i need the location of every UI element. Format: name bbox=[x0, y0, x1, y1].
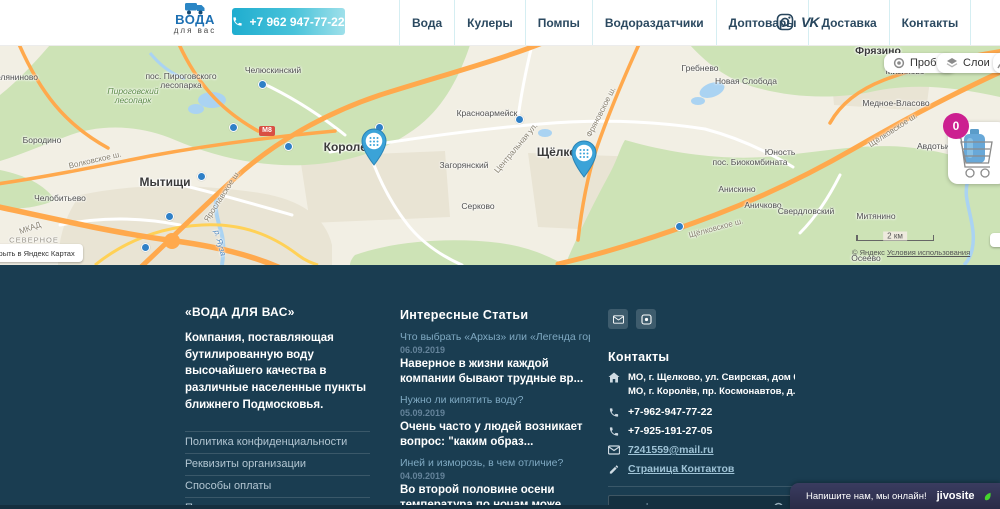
footer-about-text: Компания, поставляющая бутилированную во… bbox=[185, 330, 370, 413]
phone-icon bbox=[232, 16, 243, 27]
home-icon bbox=[608, 372, 620, 383]
open-in-yandex-maps-button[interactable]: Открыть в Яндекс Картах bbox=[0, 244, 83, 262]
footer-about-column: «ВОДА ДЛЯ ВАС» Компания, поставляющая бу… bbox=[185, 265, 370, 509]
article-item: Иней и изморозь, в чем отличие? 04.09.20… bbox=[400, 457, 590, 509]
traffic-icon bbox=[893, 57, 905, 69]
article-excerpt: Очень часто у людей возникает вопрос: "к… bbox=[400, 420, 590, 450]
phone-button[interactable]: +7 962 947-77-22 bbox=[232, 8, 345, 35]
highway-shield: М8 bbox=[259, 126, 275, 136]
phone-icon bbox=[608, 407, 620, 418]
vk-small-icon bbox=[641, 314, 652, 325]
layers-button-label: Слои bbox=[963, 57, 990, 69]
phone-row-2: +7-925-191-27-05 bbox=[608, 425, 795, 437]
logo-title: ВОДА bbox=[170, 13, 220, 26]
nav-item[interactable]: Доставка bbox=[809, 0, 889, 45]
email-link[interactable]: 7241559@mail.ru bbox=[628, 444, 714, 456]
vk-social-button[interactable] bbox=[636, 309, 656, 329]
phone-row-1: +7-962-947-77-22 bbox=[608, 406, 795, 418]
contacts-title: Контакты bbox=[608, 350, 795, 364]
article-title-link[interactable]: Что выбрать «Архыз» или «Легенда гор Арх… bbox=[400, 331, 590, 343]
article-date: 05.09.2019 bbox=[400, 408, 590, 418]
divider bbox=[608, 486, 795, 487]
map-scale-label: 2 км bbox=[883, 232, 907, 241]
footer-about-title: «ВОДА ДЛЯ ВАС» bbox=[185, 305, 370, 319]
map-attribution: © Яндекс Условия использования bbox=[852, 248, 970, 257]
article-item: Что выбрать «Архыз» или «Легенда гор Арх… bbox=[400, 331, 590, 387]
contacts-page-row: Страница Контактов bbox=[608, 463, 795, 475]
pencil-icon bbox=[608, 464, 620, 475]
map-canvas bbox=[0, 45, 1000, 265]
terms-of-use-link[interactable]: Условия использования bbox=[887, 248, 970, 257]
footer-link-label: Способы оплаты bbox=[185, 480, 271, 492]
article-item: Нужно ли кипятить воду? 05.09.2019 Очень… bbox=[400, 394, 590, 450]
articles-list: Что выбрать «Архыз» или «Легенда гор Арх… bbox=[400, 331, 590, 509]
nav-item[interactable]: Контакты bbox=[890, 0, 972, 45]
article-excerpt: Наверное в жизни каждой компании бывают … bbox=[400, 357, 590, 387]
logo[interactable]: ВОДА для вас bbox=[170, 2, 220, 35]
footer-link-label: Политика конфиденциальности bbox=[185, 436, 347, 448]
contacts-page-link[interactable]: Страница Контактов bbox=[628, 463, 734, 475]
article-date: 04.09.2019 bbox=[400, 471, 590, 481]
nav-item[interactable]: Водораздатчики bbox=[593, 0, 717, 45]
map-ruler-button-cut[interactable] bbox=[990, 233, 1000, 247]
footer-link[interactable]: Политика конфиденциальности bbox=[185, 432, 370, 454]
email-social-button[interactable] bbox=[608, 309, 628, 329]
article-date: 06.09.2019 bbox=[400, 345, 590, 355]
instagram-icon[interactable] bbox=[776, 13, 794, 31]
address-line-1: МО, г. Щелково, ул. Свирская, дом 6 bbox=[628, 371, 795, 385]
article-title-link[interactable]: Иней и изморозь, в чем отличие? bbox=[400, 457, 590, 469]
footer-social-row bbox=[608, 309, 795, 329]
articles-title: Интересные Статьи bbox=[400, 308, 590, 322]
cart-count-badge: 0 bbox=[943, 113, 969, 139]
page: ВОДА для вас +7 962 947-77-22 Вода Кулер… bbox=[0, 0, 1000, 509]
phone-icon bbox=[608, 426, 620, 437]
email-row: 7241559@mail.ru bbox=[608, 444, 795, 456]
article-title-link[interactable]: Нужно ли кипятить воду? bbox=[400, 394, 590, 406]
main-nav: Вода Кулеры Помпы Водораздатчики Доптова… bbox=[399, 0, 971, 45]
yandex-copyright: © Яндекс bbox=[852, 248, 885, 257]
envelope-icon bbox=[608, 445, 620, 455]
phone-number-2: +7-925-191-27-05 bbox=[628, 425, 712, 437]
header-social: VK bbox=[776, 13, 818, 31]
footer-articles-column: Интересные Статьи Что выбрать «Архыз» ил… bbox=[400, 265, 590, 509]
footer-link[interactable]: Способы оплаты bbox=[185, 476, 370, 498]
phone-number-1: +7-962-947-77-22 bbox=[628, 406, 712, 418]
yandex-map[interactable]: Мытищи Королёв Щёлково Фрязино еляниново… bbox=[0, 45, 1000, 265]
vk-icon[interactable]: VK bbox=[801, 14, 818, 30]
map-pin-marker[interactable] bbox=[359, 128, 389, 166]
footer-links: Политика конфиденциальности Реквизиты ор… bbox=[185, 431, 370, 509]
address-row: МО, г. Щелково, ул. Свирская, дом 6 МО, … bbox=[608, 371, 795, 399]
chat-widget[interactable]: Напишите нам, мы онлайн! jivosite bbox=[790, 483, 1000, 509]
header: ВОДА для вас +7 962 947-77-22 Вода Кулер… bbox=[0, 0, 1000, 46]
leaf-icon bbox=[984, 488, 992, 505]
map-pin-marker[interactable] bbox=[569, 140, 599, 178]
ruler-button-cut[interactable] bbox=[993, 53, 1000, 73]
nav-item[interactable]: Помпы bbox=[526, 0, 593, 45]
footer-link[interactable]: Реквизиты организации bbox=[185, 454, 370, 476]
phone-button-label: +7 962 947-77-22 bbox=[249, 15, 344, 29]
address-line-2: МО, г. Королёв, пр. Космонавтов, д. 15, … bbox=[628, 385, 795, 399]
logo-subtitle: для вас bbox=[170, 26, 220, 35]
footer-link-label: Реквизиты организации bbox=[185, 458, 306, 470]
layers-button[interactable]: Слои bbox=[937, 53, 1000, 73]
envelope-icon bbox=[613, 315, 624, 324]
chat-brand: jivosite bbox=[937, 490, 975, 502]
chat-message: Напишите нам, мы онлайн! bbox=[806, 491, 927, 502]
footer-contacts-column: Контакты МО, г. Щелково, ул. Свирская, д… bbox=[608, 265, 795, 509]
map-scale: 2 км bbox=[856, 240, 934, 241]
nav-item[interactable]: Кулеры bbox=[455, 0, 526, 45]
footer: «ВОДА ДЛЯ ВАС» Компания, поставляющая бу… bbox=[0, 265, 1000, 509]
layers-icon bbox=[946, 57, 958, 69]
nav-item[interactable]: Вода bbox=[400, 0, 455, 45]
